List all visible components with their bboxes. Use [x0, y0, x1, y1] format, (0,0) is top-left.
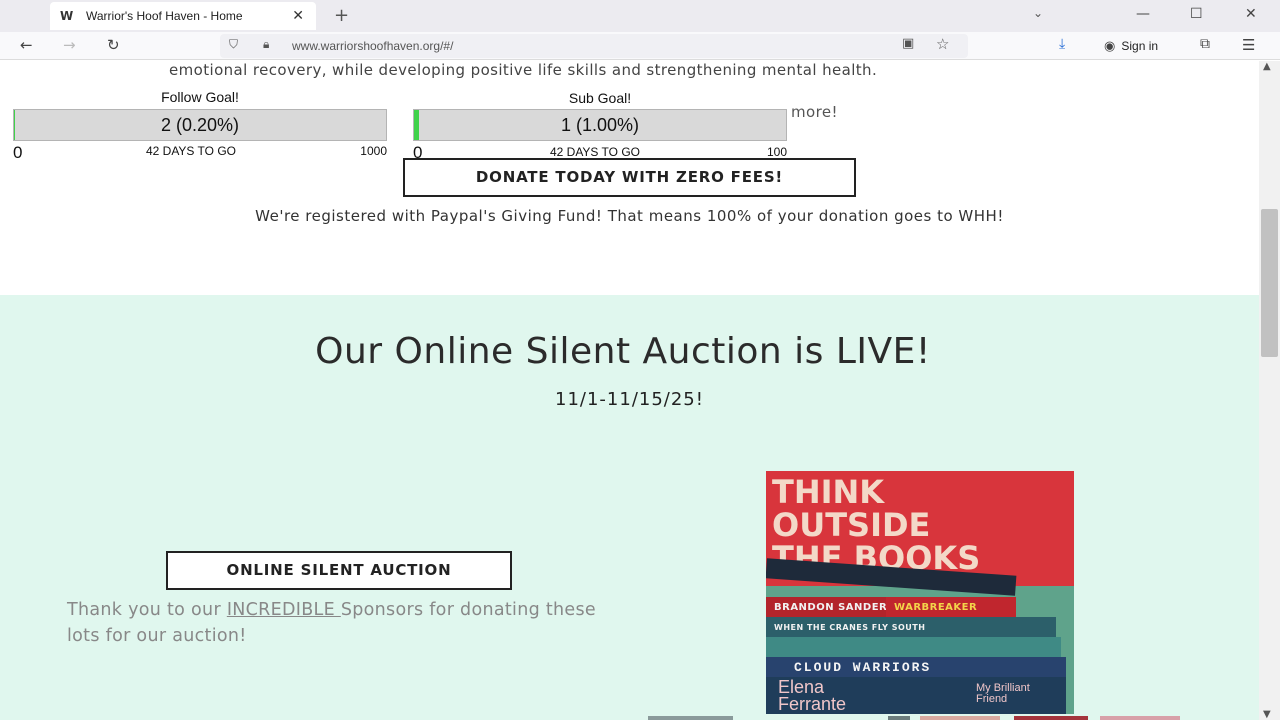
auction-title: Our Online Silent Auction is LIVE!	[315, 331, 931, 372]
follow-goal-bar: 2 (0.20%)	[13, 109, 387, 141]
thanks-prefix: Thank you to our	[67, 600, 227, 620]
mission-text: emotional recovery, while developing pos…	[169, 61, 878, 79]
hamburger-menu-icon[interactable]: ☰	[1242, 36, 1255, 54]
book-title: CLOUD WARRIORS	[794, 659, 932, 675]
page-content: emotional recovery, while developing pos…	[0, 61, 1259, 720]
online-silent-auction-button[interactable]: ONLINE SILENT AUCTION	[166, 551, 512, 590]
sub-goal-days: 42 DAYS TO GO	[549, 145, 641, 159]
book-title: WHEN THE CRANES FLY SOUTH	[774, 622, 926, 632]
nav-bar: ← → ↻ ⛉ 🔒︎ www.warriorshoofhaven.org/#/ …	[0, 32, 1280, 60]
image-edge	[920, 716, 1000, 720]
reader-view-icon[interactable]: ▣	[902, 36, 914, 51]
sub-goal-label: Sub Goal!	[568, 90, 632, 106]
maximize-icon[interactable]: ☐	[1190, 6, 1203, 22]
shield-icon[interactable]: ⛉	[229, 37, 238, 52]
sub-goal-max: 100	[766, 145, 787, 159]
follow-goal-min: 0	[13, 143, 23, 162]
book-spine	[766, 637, 1061, 657]
bookmark-star-icon[interactable]: ☆	[936, 35, 949, 53]
browser-tab[interactable]: W Warrior's Hoof Haven - Home ✕	[50, 2, 316, 30]
sponsor-thanks-text: Thank you to our INCREDIBLE Sponsors for…	[67, 597, 627, 649]
site-favicon-icon: W	[60, 9, 74, 23]
back-arrow-icon[interactable]: ←	[20, 36, 33, 54]
close-tab-icon[interactable]: ✕	[292, 8, 304, 24]
new-tab-icon[interactable]: +	[334, 5, 349, 26]
auction-dates: 11/1-11/15/25!	[555, 389, 704, 410]
forward-arrow-icon[interactable]: →	[63, 36, 76, 54]
address-bar[interactable]: ⛉ 🔒︎ www.warriorshoofhaven.org/#/ ▣ ☆	[220, 34, 968, 58]
follow-goal-value: 2 (0.20%)	[160, 115, 240, 135]
follow-goal-label: Follow Goal!	[161, 89, 239, 105]
scroll-up-icon[interactable]: ▲	[1263, 61, 1271, 72]
extensions-icon[interactable]: ⧉	[1200, 36, 1210, 52]
scrollbar-thumb[interactable]	[1261, 209, 1278, 357]
tab-bar: W Warrior's Hoof Haven - Home ✕ + ⌄ — ☐ …	[0, 0, 1280, 32]
image-edge	[1100, 716, 1180, 720]
auction-lot-photo: THINK OUTSIDE THE BOOKS BRANDON SANDERSO…	[766, 471, 1074, 714]
reload-icon[interactable]: ↻	[107, 36, 120, 54]
donate-button[interactable]: DONATE TODAY WITH ZERO FEES!	[403, 158, 856, 197]
sub-goal-bar: 1 (1.00%)	[413, 109, 787, 141]
image-edge	[1014, 716, 1088, 720]
sign-in-label: Sign in	[1121, 39, 1159, 53]
next-section-edge	[0, 713, 1259, 720]
book-title: WARBREAKER	[894, 601, 978, 613]
paypal-giving-fund-text: We're registered with Paypal's Giving Fu…	[255, 207, 1004, 225]
book-title: BRANDON SANDERSON	[774, 601, 886, 613]
book-spine: CLOUD WARRIORS	[766, 657, 1066, 677]
image-edge	[648, 716, 733, 720]
book-spine: WARBREAKER	[886, 597, 1016, 617]
book-spine: WHEN THE CRANES FLY SOUTH	[766, 617, 1056, 637]
sign-in-button[interactable]: ◉ Sign in	[1096, 35, 1184, 57]
book-title: Elena Ferrante	[778, 677, 847, 714]
scroll-down-icon[interactable]: ▼	[1263, 709, 1271, 720]
account-icon: ◉	[1104, 38, 1116, 54]
lock-icon[interactable]: 🔒︎	[263, 37, 269, 52]
minimize-icon[interactable]: —	[1136, 6, 1150, 22]
sponsors-link[interactable]: INCREDIBLE	[227, 600, 341, 620]
auction-section: Our Online Silent Auction is LIVE! 11/1-…	[0, 295, 1259, 720]
download-icon[interactable]: ⤓	[1059, 36, 1065, 52]
follow-goal-max: 1000	[360, 144, 387, 158]
vertical-scrollbar[interactable]: ▲ ▼	[1259, 61, 1280, 720]
sub-goal-value: 1 (1.00%)	[560, 115, 640, 135]
close-window-icon[interactable]: ✕	[1245, 6, 1257, 22]
image-edge	[888, 716, 910, 720]
book-spine: BRANDON SANDERSON	[766, 597, 886, 617]
tab-title: Warrior's Hoof Haven - Home	[86, 9, 243, 23]
follow-goal-days: 42 DAYS TO GO	[145, 144, 237, 158]
book-title: My Brilliant Friend	[976, 682, 1030, 705]
chevron-down-icon[interactable]: ⌄	[1033, 6, 1043, 20]
partially-hidden-text: more!	[791, 103, 838, 121]
url-text[interactable]: www.warriorshoofhaven.org/#/	[292, 39, 453, 53]
